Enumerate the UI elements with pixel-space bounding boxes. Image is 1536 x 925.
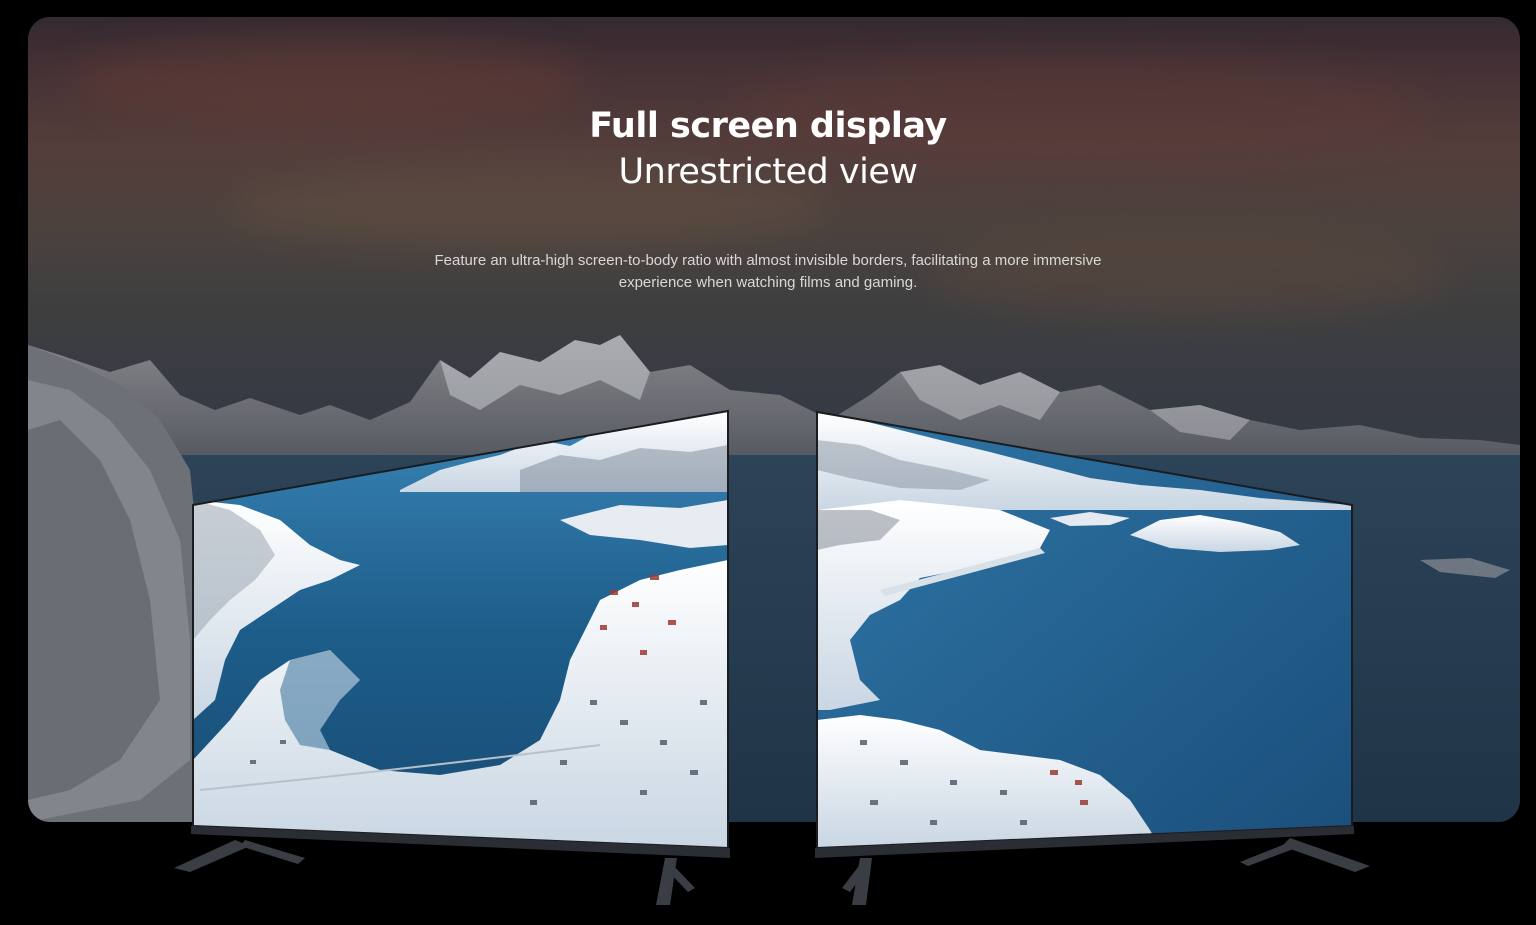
hero-title: Full screen display [589,106,947,146]
hero-subtitle: Unrestricted view [618,152,918,192]
page: Full screen display Unrestricted view Fe… [0,0,1536,925]
hero-description: Feature an ultra-high screen-to-body rat… [434,252,1102,291]
hero-headline: Full screen display Unrestricted view [0,102,1536,194]
